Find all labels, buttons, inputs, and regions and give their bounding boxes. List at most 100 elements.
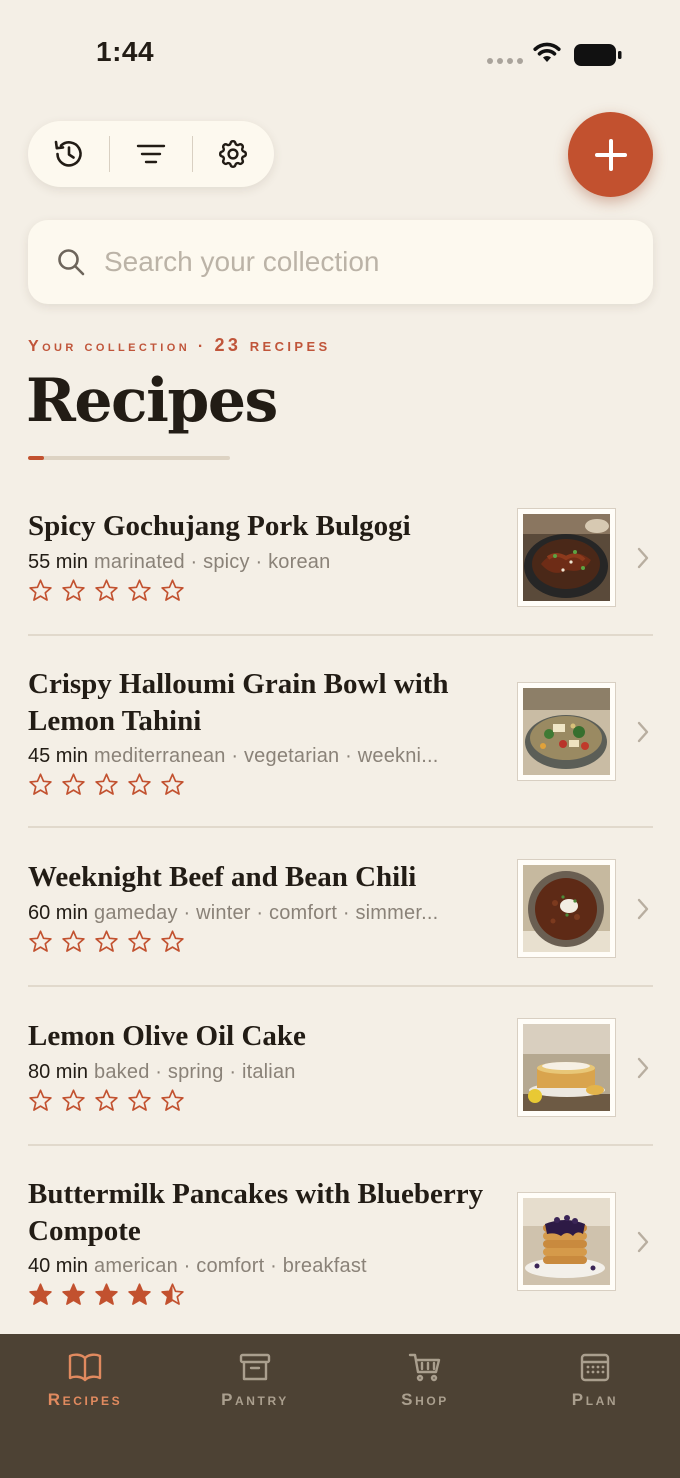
recipe-rating: [28, 772, 185, 797]
recipe-meta: 45 min mediterranean · vegetarian · weekn…: [28, 745, 488, 768]
plus-icon: [594, 138, 627, 171]
settings-icon: [219, 139, 248, 169]
recipe-rating: [28, 578, 185, 603]
cellular-signal-icon: [487, 58, 523, 64]
recipe-thumbnail: [517, 682, 616, 781]
recipe-tags: marinated · spicy · korean: [94, 551, 331, 573]
star-icon: [95, 579, 118, 601]
recipe-row[interactable]: Buttermilk Pancakes with Blueberry Compo…: [28, 1176, 653, 1316]
star-icon: [128, 930, 151, 952]
chevron-right-icon: [637, 547, 649, 569]
star-icon: [62, 579, 85, 601]
star-icon: [128, 1089, 151, 1111]
recipe-row[interactable]: Crispy Halloumi Grain Bowl with Lemon Ta…: [28, 666, 653, 806]
star-icon: [62, 930, 85, 952]
recipe-time: 45 min: [28, 745, 89, 767]
collection-label: Your collection: [28, 338, 191, 355]
toolbar: [28, 121, 274, 187]
star-icon: [62, 773, 85, 795]
recipe-tags: mediterranean · vegetarian · weekni...: [94, 745, 439, 767]
bulgogi-photo: [523, 514, 610, 601]
recipe-rating: [28, 929, 185, 954]
recipe-count: 23 recipes: [214, 335, 331, 355]
recipe-time: 60 min: [28, 902, 89, 924]
star-icon: [29, 1089, 52, 1111]
recipe-meta: 80 min baked · spring · italian: [28, 1061, 488, 1084]
recipe-row[interactable]: Spicy Gochujang Pork Bulgogi 55 min marin…: [28, 508, 653, 608]
star-icon: [161, 1089, 184, 1111]
star-icon: [95, 773, 118, 795]
chevron-right-icon: [637, 1057, 649, 1079]
recipe-rating: [28, 1282, 185, 1307]
recipe-row[interactable]: Weeknight Beef and Bean Chili 60 min game…: [28, 859, 653, 959]
scroll-indicator: [28, 456, 230, 460]
recipe-title: Weeknight Beef and Bean Chili: [28, 861, 417, 893]
chili-photo: [523, 865, 610, 952]
star-icon: [62, 1089, 85, 1111]
filter-button[interactable]: [110, 121, 191, 187]
search-input[interactable]: [104, 246, 653, 278]
star-icon: [95, 1283, 118, 1305]
status-time: 1:44: [96, 36, 155, 67]
recipe-thumbnail: [517, 859, 616, 958]
star-icon: [29, 579, 52, 601]
grain-bowl-photo: [523, 688, 610, 775]
recipe-title: Crispy Halloumi Grain Bowl with Lemon Ta…: [28, 668, 449, 737]
star-icon: [62, 1283, 85, 1305]
chevron-right-icon: [637, 1231, 649, 1253]
row-divider: [28, 1144, 653, 1146]
star-icon: [29, 1283, 52, 1305]
star-icon: [95, 930, 118, 952]
tab-shop[interactable]: Shop: [340, 1352, 510, 1410]
tab-label: Plan: [571, 1390, 619, 1409]
cart-icon: [408, 1353, 441, 1382]
star-icon: [29, 773, 52, 795]
search-bar[interactable]: [28, 220, 653, 304]
tab-bar: Recipes Pantry Shop Plan: [0, 1334, 680, 1478]
battery-icon: [574, 44, 622, 66]
recipe-time: 55 min: [28, 551, 89, 573]
star-icon: [161, 930, 184, 952]
history-icon: [54, 140, 82, 167]
star-icon: [161, 1283, 184, 1305]
recipe-tags: baked · spring · italian: [94, 1061, 296, 1083]
star-icon: [128, 579, 151, 601]
recipe-row[interactable]: Lemon Olive Oil Cake 80 min baked · sprin…: [28, 1018, 653, 1118]
recipe-title: Lemon Olive Oil Cake: [28, 1020, 306, 1052]
recipe-meta: 55 min marinated · spicy · korean: [28, 551, 488, 574]
recipe-meta: 40 min american · comfort · breakfast: [28, 1255, 488, 1278]
row-divider: [28, 634, 653, 636]
tab-label: Pantry: [221, 1390, 289, 1409]
chevron-right-icon: [637, 721, 649, 743]
collection-eyebrow: Your collection · 23 recipes: [28, 335, 331, 356]
status-bar: 1:44: [0, 0, 680, 100]
recipe-thumbnail: [517, 1192, 616, 1291]
star-icon: [29, 930, 52, 952]
filter-icon: [136, 144, 166, 164]
recipe-title: Buttermilk Pancakes with Blueberry Compo…: [28, 1178, 484, 1247]
tab-pantry[interactable]: Pantry: [170, 1352, 340, 1410]
archive-icon: [239, 1353, 271, 1381]
row-divider: [28, 985, 653, 987]
add-recipe-button[interactable]: [568, 112, 653, 197]
calendar-icon: [580, 1353, 610, 1382]
olive-oil-cake-photo: [523, 1024, 610, 1111]
recipe-time: 80 min: [28, 1061, 89, 1083]
tab-plan[interactable]: Plan: [510, 1352, 680, 1410]
tab-recipes[interactable]: Recipes: [0, 1352, 170, 1410]
recipe-rating: [28, 1088, 185, 1113]
page-title: Recipes: [26, 366, 278, 436]
star-icon: [95, 1089, 118, 1111]
settings-button[interactable]: [193, 121, 274, 187]
tab-label: Shop: [401, 1390, 449, 1409]
recipe-thumbnail: [517, 1018, 616, 1117]
recipe-thumbnail: [517, 508, 616, 607]
book-icon: [68, 1353, 102, 1382]
star-icon: [161, 773, 184, 795]
recipe-meta: 60 min gameday · winter · comfort · simme…: [28, 902, 488, 925]
recipe-tags: gameday · winter · comfort · simmer...: [94, 902, 439, 924]
star-icon: [161, 579, 184, 601]
tab-label: Recipes: [47, 1390, 123, 1409]
history-button[interactable]: [28, 121, 109, 187]
eyebrow-separator: ·: [197, 338, 207, 355]
